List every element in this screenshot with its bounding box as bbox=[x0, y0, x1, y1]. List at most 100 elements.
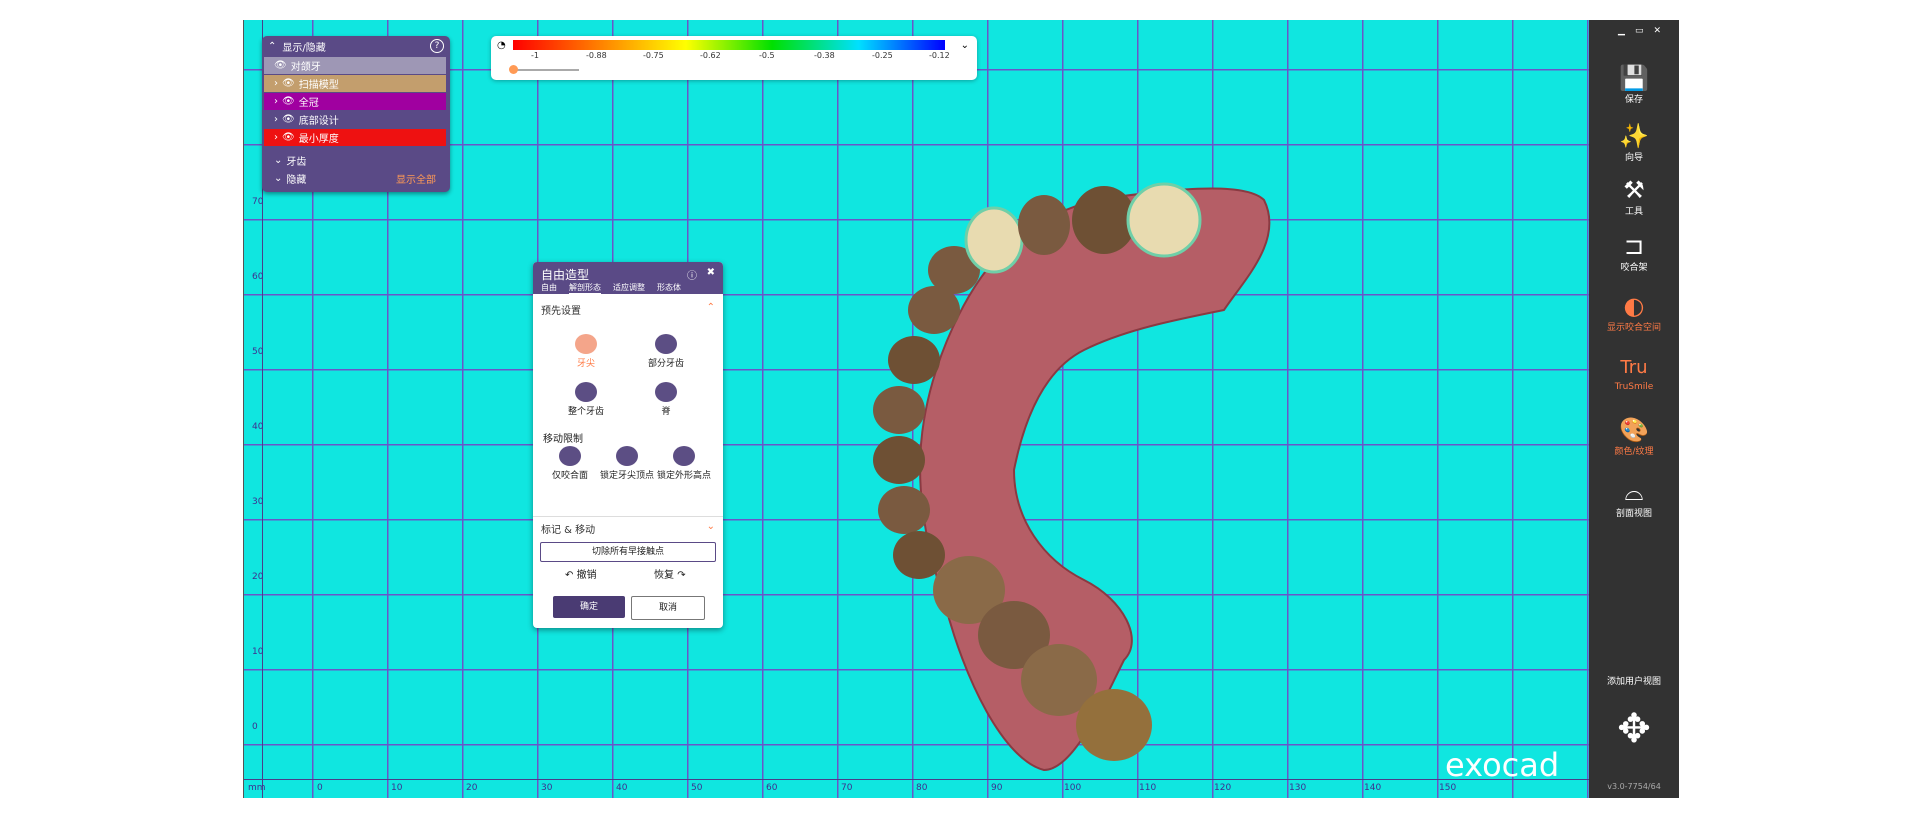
limit-cusp-tip[interactable]: 锁定牙尖顶点 bbox=[597, 446, 657, 481]
eye-icon[interactable]: 👁 bbox=[282, 132, 295, 143]
scale-tick: -0.62 bbox=[700, 51, 721, 60]
tab-adapt[interactable]: 适应调整 bbox=[613, 282, 645, 295]
limit-occlusal-only[interactable]: 仅咬合面 bbox=[540, 446, 600, 481]
window-controls[interactable]: ▁▭✕ bbox=[1618, 26, 1671, 36]
slider-handle[interactable] bbox=[509, 65, 518, 74]
layer-row-base[interactable]: › 👁 底部设计 bbox=[264, 111, 446, 128]
add-user-view[interactable]: 添加用户视图 bbox=[1589, 674, 1679, 687]
help-icon[interactable]: ? bbox=[430, 39, 444, 53]
chevron-right-icon[interactable]: › bbox=[274, 132, 278, 143]
cusp-icon bbox=[575, 334, 597, 354]
layer-row-scan[interactable]: › 👁 扫描模型 bbox=[264, 75, 446, 92]
cut-contacts-button[interactable]: 切除所有早接触点 bbox=[540, 542, 716, 562]
dental-arch-model[interactable] bbox=[844, 180, 1324, 780]
help-icon[interactable]: ⓘ bbox=[687, 267, 697, 282]
toolbar-tools[interactable]: ⚒ 工具 bbox=[1589, 176, 1679, 217]
y-tick: 60 bbox=[252, 272, 264, 282]
teeth-group[interactable]: ⌄ 牙齿 bbox=[264, 152, 446, 169]
x-tick: 120 bbox=[1214, 783, 1232, 793]
chevron-right-icon[interactable]: › bbox=[274, 114, 278, 125]
limit-height-of-contour[interactable]: 锁定外形高点 bbox=[654, 446, 714, 481]
chevron-right-icon[interactable]: › bbox=[274, 78, 278, 89]
eye-icon[interactable]: 👁 bbox=[282, 78, 295, 89]
layer-label: 对颌牙 bbox=[290, 62, 321, 73]
hidden-group[interactable]: ⌄ 隐藏 显示全部 bbox=[264, 170, 446, 187]
articulator-icon: ⊐ bbox=[1623, 232, 1645, 260]
save-icon: 💾 bbox=[1619, 64, 1649, 92]
redo-button[interactable]: 恢复 ↷ bbox=[654, 566, 686, 581]
mark-move-label: 标记 & 移动 bbox=[541, 525, 596, 536]
tab-anatomy[interactable]: 解剖形态 bbox=[569, 282, 601, 295]
show-all-link[interactable]: 显示全部 bbox=[396, 171, 436, 186]
layer-label: 最小厚度 bbox=[298, 134, 339, 145]
redo-label: 恢复 bbox=[654, 570, 674, 581]
scale-tick: -1 bbox=[531, 51, 539, 60]
tool-ridge[interactable]: 脊 bbox=[636, 382, 696, 417]
tool-whole-tooth[interactable]: 整个牙齿 bbox=[556, 382, 616, 417]
toolbar-articulator[interactable]: ⊐ 咬合架 bbox=[1589, 232, 1679, 273]
vertical-ruler: 70 60 50 40 30 20 10 0 bbox=[244, 20, 263, 798]
whole-tooth-icon bbox=[575, 382, 597, 402]
tool-label: 部分牙齿 bbox=[647, 359, 684, 369]
freeform-panel: 自由造型 ⓘ ✖ 自由 解剖形态 适应调整 形态体 预先设置 ⌃ 牙尖 部分牙齿… bbox=[533, 262, 723, 628]
y-tick: 0 bbox=[252, 722, 258, 732]
toolbar-section-view[interactable]: ⌓ 剖面视图 bbox=[1589, 478, 1679, 519]
layer-row-antagonist[interactable]: 👁 对颌牙 bbox=[264, 57, 446, 74]
layer-row-min-thickness[interactable]: › 👁 最小厚度 bbox=[264, 129, 446, 146]
cancel-button[interactable]: 取消 bbox=[631, 596, 705, 620]
view-orientation-widget[interactable]: ✥ bbox=[1589, 706, 1679, 752]
scale-tick: -0.25 bbox=[872, 51, 893, 60]
x-tick: 130 bbox=[1289, 783, 1307, 793]
x-tick: 90 bbox=[991, 783, 1003, 793]
gauge-icon[interactable]: ◔ bbox=[497, 40, 506, 51]
eye-icon[interactable]: 👁 bbox=[282, 96, 295, 107]
tool-label: 牙尖 bbox=[576, 359, 595, 369]
undo-icon: ↶ bbox=[565, 570, 574, 581]
wizard-icon: ✨ bbox=[1619, 122, 1649, 150]
toolbar-bite-space[interactable]: ◐ 显示咬合空间 bbox=[1589, 292, 1679, 333]
tool-partial-tooth[interactable]: 部分牙齿 bbox=[636, 334, 696, 369]
toolbar-trusmile[interactable]: Tru TruSmile bbox=[1589, 354, 1679, 392]
toolbar-save[interactable]: 💾 保存 bbox=[1589, 64, 1679, 105]
toolbar-label: 显示咬合空间 bbox=[1606, 323, 1661, 333]
exocad-logo: exocad bbox=[1445, 746, 1560, 784]
scale-slider[interactable] bbox=[509, 65, 579, 74]
limit-label: 仅咬合面 bbox=[551, 471, 588, 481]
tab-free[interactable]: 自由 bbox=[541, 282, 557, 295]
palette-icon: 🎨 bbox=[1619, 416, 1649, 444]
toolbar-color-texture[interactable]: 🎨 颜色/纹理 bbox=[1589, 416, 1679, 457]
scale-tick: -0.75 bbox=[643, 51, 664, 60]
chevron-up-icon: ⌃ bbox=[268, 40, 277, 52]
ruler-unit: mm bbox=[248, 783, 266, 793]
presets-section-header[interactable]: 预先设置 ⌃ bbox=[533, 298, 723, 321]
undo-button[interactable]: ↶ 撤销 bbox=[565, 566, 597, 581]
show-hide-header[interactable]: ⌃ 显示/隐藏 ? bbox=[262, 36, 450, 56]
x-tick: 0 bbox=[317, 783, 323, 793]
y-tick: 50 bbox=[252, 347, 264, 357]
eye-icon[interactable]: 👁 bbox=[282, 114, 295, 125]
x-tick: 100 bbox=[1064, 783, 1082, 793]
freeform-title-bar: 自由造型 ⓘ ✖ 自由 解剖形态 适应调整 形态体 bbox=[533, 262, 723, 295]
panel-title: 自由造型 bbox=[541, 268, 590, 282]
mark-move-section[interactable]: 标记 & 移动 ⌄ bbox=[533, 516, 723, 540]
tab-shape[interactable]: 形态体 bbox=[657, 282, 681, 295]
toolbar-wizard[interactable]: ✨ 向导 bbox=[1589, 122, 1679, 163]
chevron-down-icon: ⌄ bbox=[274, 173, 283, 184]
x-tick: 70 bbox=[841, 783, 853, 793]
limit-label: 锁定牙尖顶点 bbox=[599, 471, 654, 481]
ok-button[interactable]: 确定 bbox=[553, 596, 625, 618]
eye-icon[interactable]: 👁 bbox=[274, 60, 287, 71]
chevron-right-icon[interactable]: › bbox=[274, 96, 278, 107]
x-tick: 40 bbox=[616, 783, 628, 793]
close-icon[interactable]: ✖ bbox=[707, 267, 715, 278]
y-tick: 30 bbox=[252, 497, 264, 507]
chevron-down-icon[interactable]: ⌄ bbox=[961, 40, 969, 51]
chevron-down-icon: ⌄ bbox=[274, 155, 283, 166]
x-tick: 110 bbox=[1139, 783, 1157, 793]
show-hide-title: 显示/隐藏 bbox=[282, 42, 326, 54]
layer-row-crown[interactable]: › 👁 全冠 bbox=[264, 93, 446, 110]
teeth-label: 牙齿 bbox=[286, 157, 307, 168]
distance-color-scale: ◔ -1 -0.88 -0.75 -0.62 -0.5 -0.38 -0.25 … bbox=[491, 36, 977, 80]
right-toolbar: ▁▭✕ 💾 保存 ✨ 向导 ⚒ 工具 ⊐ 咬合架 ◐ 显示咬合空间 Tru TruSmile… bbox=[1589, 20, 1679, 798]
tool-cusp[interactable]: 牙尖 bbox=[556, 334, 616, 369]
